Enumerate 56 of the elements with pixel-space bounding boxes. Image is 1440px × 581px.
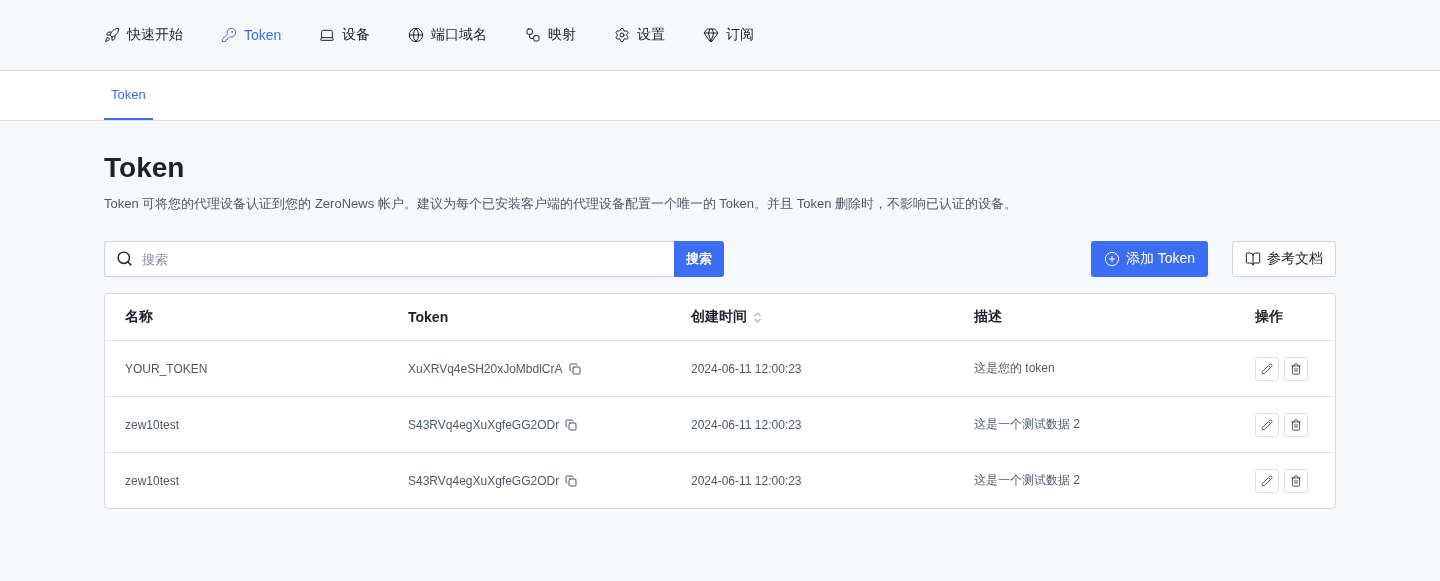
pencil-icon	[1261, 474, 1273, 487]
tab[interactable]: Token	[104, 71, 153, 120]
diamond-icon	[703, 27, 720, 43]
key-icon	[221, 27, 237, 43]
nav-item[interactable]: Token	[221, 27, 282, 43]
nav-item[interactable]: 端口域名	[408, 26, 488, 44]
table-cell-text: 这是一个测试数据 2	[974, 416, 1081, 433]
settings-icon	[614, 27, 631, 43]
page-title: Token	[104, 151, 186, 185]
table-cell-text: 2024-06-11 12:00:23	[691, 361, 803, 376]
nodes-icon	[525, 27, 542, 43]
table-cell-text: zew10test	[125, 473, 181, 488]
docs-button[interactable]: 参考文档	[1232, 241, 1336, 277]
table-cell-text: 这是一个测试数据 2	[974, 472, 1081, 489]
column-header: 操作	[1255, 308, 1284, 326]
delete-button[interactable]	[1284, 412, 1308, 437]
add-token-button[interactable]: 添加 Token	[1090, 241, 1208, 277]
table-cell-text: zew10test	[125, 417, 181, 432]
table-cell-text: 这是您的 token	[974, 360, 1056, 377]
table-cell-text: 2024-06-11 12:00:23	[691, 417, 803, 432]
column-header: 名称	[125, 308, 154, 326]
pencil-icon	[1261, 362, 1273, 375]
copy-icon[interactable]	[565, 474, 578, 487]
plus-icon	[1103, 251, 1120, 267]
table-cell-text: YOUR_TOKEN	[125, 361, 209, 376]
trash-icon	[1290, 362, 1302, 375]
trash-icon	[1290, 418, 1302, 431]
column-header: Token	[408, 309, 450, 325]
search-field[interactable]: 搜索	[104, 241, 674, 277]
nav-item[interactable]: 映射	[525, 26, 577, 44]
pencil-icon	[1261, 418, 1273, 431]
nav-item[interactable]: 快速开始	[104, 26, 183, 44]
laptop-icon	[319, 27, 336, 43]
table-cell: XuXRVq4eSH20xJoMbdlCrA	[408, 361, 563, 376]
search-icon	[116, 250, 133, 267]
copy-icon[interactable]	[565, 418, 578, 431]
edit-button[interactable]	[1255, 412, 1279, 437]
table-cell: S43RVq4egXuXgfeGG2ODr	[408, 417, 560, 432]
edit-button[interactable]	[1255, 468, 1279, 493]
table-cell-text: 2024-06-11 12:00:23	[691, 473, 803, 488]
book-icon	[1245, 251, 1261, 267]
nav-item[interactable]: 设置	[614, 26, 666, 44]
table-cell: S43RVq4egXuXgfeGG2ODr	[408, 473, 560, 488]
edit-button[interactable]	[1255, 356, 1279, 381]
column-header: 描述	[974, 308, 1003, 326]
page-description: Token 可将您的代理设备认证到您的 ZeroNews 帐户。建议为每个已安装客户端的代理设备配置一个唯一的 Token。并且 Token 删除时，不影响已认证的设备。	[104, 195, 1018, 213]
copy-icon[interactable]	[568, 362, 581, 375]
trash-icon	[1290, 474, 1302, 487]
delete-button[interactable]	[1284, 468, 1308, 493]
globe-icon	[408, 27, 425, 43]
delete-button[interactable]	[1284, 356, 1308, 381]
search-button[interactable]: 搜索	[674, 241, 724, 277]
nav-item[interactable]: 订阅	[703, 26, 755, 44]
rocket-icon	[104, 27, 120, 43]
column-header[interactable]: 创建时间	[691, 308, 974, 326]
nav-item[interactable]: 设备	[319, 26, 371, 44]
